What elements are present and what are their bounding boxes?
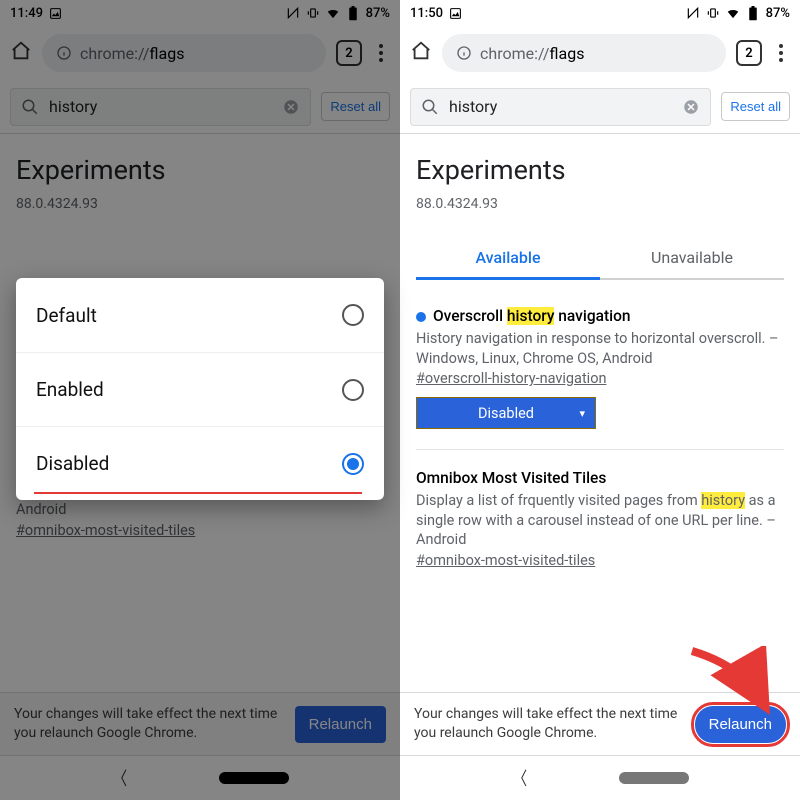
wifi-icon [326,6,340,20]
battery-text: 87% [766,6,790,21]
option-enabled[interactable]: Enabled [16,352,384,426]
picture-icon [49,6,63,20]
search-term: history [49,97,272,116]
flag-omnibox: Omnibox Most Visited Tiles Display a lis… [416,468,784,569]
home-icon[interactable] [10,40,32,66]
version-text: 88.0.4324.93 [416,196,784,212]
option-default[interactable]: Default [16,278,384,352]
picture-icon [449,6,463,20]
home-icon[interactable] [410,40,432,66]
menu-icon[interactable] [372,44,390,62]
flag-overscroll: Overscroll history navigation History na… [416,306,784,429]
reset-all-button[interactable]: Reset all [321,92,390,121]
flag-hash[interactable]: #overscroll-history-navigation [416,370,784,387]
vibrate-icon [306,6,320,20]
search-icon [21,98,39,116]
relaunch-button[interactable]: Relaunch [295,706,386,743]
search-input[interactable]: history [10,88,311,126]
info-icon [456,45,472,61]
reset-all-button[interactable]: Reset all [721,92,790,121]
battery-text: 87% [366,6,390,21]
back-icon[interactable]: 〈 [113,765,127,791]
pane-left: 11:49 87% chrome://flags 2 history [0,0,400,800]
nfc-icon [686,6,700,20]
home-pill[interactable] [619,772,689,784]
info-icon [56,45,72,61]
address-bar[interactable]: chrome://flags [42,34,326,72]
flag-title: Overscroll history navigation [433,307,631,325]
clear-icon[interactable] [282,98,300,116]
pane-right: 11:50 87% chrome://flags 2 history [400,0,800,800]
relaunch-bar: Your changes will take effect the next t… [0,692,400,756]
nfc-icon [286,6,300,20]
page-content: Experiments 88.0.4324.93 Available Unava… [400,134,800,569]
tab-available[interactable]: Available [416,238,600,280]
page-title: Experiments [16,154,384,186]
annotation-underline [34,492,362,494]
tab-count-button[interactable]: 2 [736,40,762,66]
clock: 11:49 [10,6,43,21]
option-disabled[interactable]: Disabled [16,426,384,500]
wifi-icon [726,6,740,20]
page-title: Experiments [416,154,784,186]
search-term: history [449,97,672,116]
clear-icon[interactable] [682,98,700,116]
flag-desc: Display a list of frquently visited page… [416,491,784,550]
divider [416,449,784,450]
relaunch-message: Your changes will take effect the next t… [14,705,285,743]
browser-toolbar: chrome://flags 2 [400,26,800,80]
radio-icon [342,379,364,401]
status-bar: 11:49 87% [0,0,400,26]
android-navbar: 〈 [400,756,800,800]
vibrate-icon [706,6,720,20]
search-icon [421,98,439,116]
android-navbar: 〈 [0,756,400,800]
search-row: history Reset all [0,80,400,134]
dropdown-dialog: Default Enabled Disabled [16,278,384,500]
search-row: history Reset all [400,80,800,134]
flag-hash[interactable]: #omnibox-most-visited-tiles [416,552,784,569]
tabs: Available Unavailable [416,238,784,280]
modified-dot-icon [416,312,426,322]
annotation-arrow-icon [682,646,782,726]
battery-icon [346,6,360,20]
relaunch-message: Your changes will take effect the next t… [414,705,685,743]
battery-icon [746,6,760,20]
version-text: 88.0.4324.93 [16,196,384,212]
address-bar[interactable]: chrome://flags [442,34,726,72]
tab-count-button[interactable]: 2 [336,40,362,66]
radio-selected-icon [342,453,364,475]
browser-toolbar: chrome://flags 2 [0,26,400,80]
flag-state-select[interactable]: Disabled [416,397,596,429]
home-pill[interactable] [219,772,289,784]
radio-icon [342,304,364,326]
status-bar: 11:50 87% [400,0,800,26]
clock: 11:50 [410,6,443,21]
flag-desc: History navigation in response to horizo… [416,329,784,368]
back-icon[interactable]: 〈 [513,765,527,791]
search-input[interactable]: history [410,88,711,126]
flag-hash[interactable]: #omnibox-most-visited-tiles [16,522,384,539]
tab-unavailable[interactable]: Unavailable [600,238,784,278]
menu-icon[interactable] [772,44,790,62]
flag-title: Omnibox Most Visited Tiles [416,469,606,487]
